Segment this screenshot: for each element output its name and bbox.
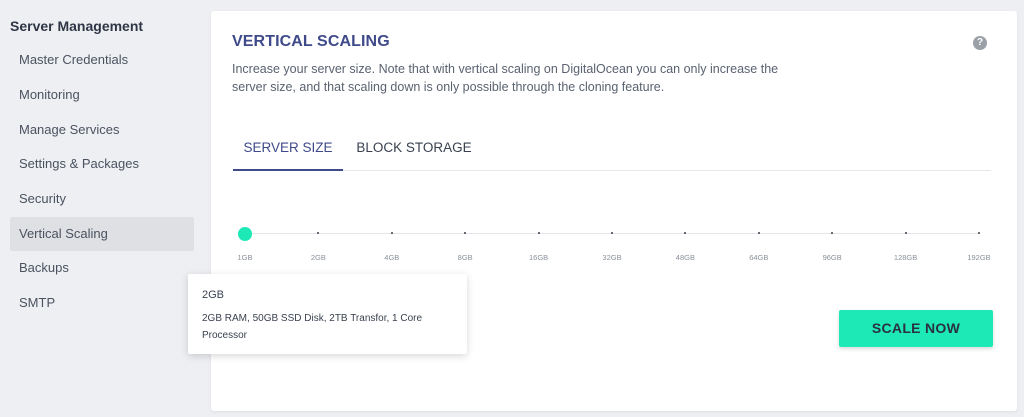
slider-tick-label: 48GB xyxy=(675,253,695,262)
question-circle-icon[interactable]: ? xyxy=(973,36,987,50)
slider-tick-label: 96GB xyxy=(822,253,842,262)
slider-tick-label: 2GB xyxy=(310,253,326,262)
slider-tick-label: 16GB xyxy=(529,253,549,262)
sidebar-item-backups[interactable]: Backups xyxy=(10,251,194,285)
sidebar-title: Server Management xyxy=(10,18,144,34)
slider-tick-label: 8GB xyxy=(457,253,473,262)
tab-block-storage[interactable]: BLOCK STORAGE xyxy=(355,138,473,171)
slider-tick-label: 192GB xyxy=(967,253,991,262)
slider-tick[interactable] xyxy=(904,232,907,234)
sidebar-item-manage-services[interactable]: Manage Services xyxy=(10,113,194,147)
slider-tick-label: 128GB xyxy=(893,253,918,262)
slider-tick[interactable] xyxy=(537,232,540,234)
sidebar-item-master-credentials[interactable]: Master Credentials xyxy=(10,43,194,77)
sidebar-item-settings-packages[interactable]: Settings & Packages xyxy=(10,147,194,181)
tooltip-details: 2GB RAM, 50GB SSD Disk, 2TB Transfor, 1 … xyxy=(202,313,423,341)
sidebar-item-security[interactable]: Security xyxy=(10,182,194,216)
size-tooltip: 2GB 2GB RAM, 50GB SSD Disk, 2TB Transfor… xyxy=(188,274,467,354)
sidebar-item-monitoring[interactable]: Monitoring xyxy=(10,78,194,112)
slider-tick-label: 1GB xyxy=(237,253,253,262)
slider-tick[interactable] xyxy=(978,232,980,234)
tooltip-title: 2GB xyxy=(202,289,225,301)
page-title: VERTICAL SCALING xyxy=(232,33,390,50)
slider-tick[interactable] xyxy=(611,232,613,234)
description-text: Increase your server size. Note that wit… xyxy=(232,62,779,94)
sidebar-item-vertical-scaling[interactable]: Vertical Scaling xyxy=(10,217,194,251)
sidebar-item-smtp[interactable]: SMTP xyxy=(10,286,194,320)
slider-tick-label: 32GB xyxy=(602,253,622,262)
slider-tick[interactable] xyxy=(757,232,760,234)
tab-server-size[interactable]: SERVER SIZE xyxy=(233,138,343,171)
scale-now-button[interactable]: SCALE NOW xyxy=(839,310,993,347)
slider-tick[interactable] xyxy=(390,232,393,234)
sidebar: Server Management Master Credentials Mon… xyxy=(0,0,205,417)
slider-thumb[interactable] xyxy=(238,227,252,241)
tab-bar: SERVER SIZE BLOCK STORAGE xyxy=(233,138,991,171)
slider-tick-label: 4GB xyxy=(384,253,400,262)
slider-tick-label: 64GB xyxy=(749,253,769,262)
